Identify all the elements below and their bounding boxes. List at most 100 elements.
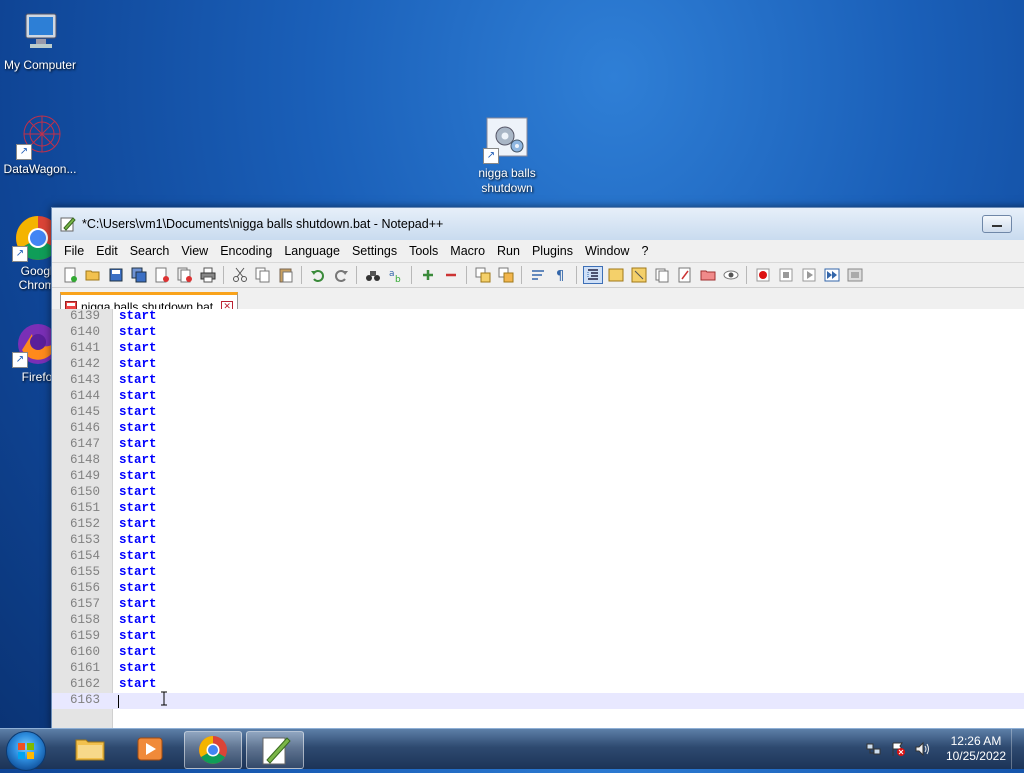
action-center-flag-icon[interactable] [890,741,906,757]
desktop-icon-label: nigga balls shutdown [478,166,536,195]
taskbar-media-player-button[interactable] [122,731,178,767]
editor-line[interactable]: 6145 start [52,405,1024,421]
menu-search[interactable]: Search [124,244,176,258]
folder-workspace-button[interactable] [698,266,718,284]
clock[interactable]: 12:26 AM 10/25/2022 [946,734,1006,764]
close-file-button[interactable] [152,266,172,284]
title-bar[interactable]: *C:\Users\vm1\Documents\nigga balls shut… [52,208,1024,240]
sync-vertical-button[interactable] [473,266,493,284]
save-button[interactable] [106,266,126,284]
zoom-in-button[interactable] [418,266,438,284]
menu-encoding[interactable]: Encoding [214,244,278,258]
menu-help[interactable]: ? [635,244,654,258]
macro-save-button[interactable] [845,266,865,284]
menu-run[interactable]: Run [491,244,526,258]
save-all-button[interactable] [129,266,149,284]
editor-line[interactable]: 6140 start [52,325,1024,341]
editor-line[interactable]: 6155 start [52,565,1024,581]
editor-line[interactable]: 6152 start [52,517,1024,533]
start-button[interactable] [6,731,46,771]
menu-file[interactable]: File [58,244,90,258]
editor-line[interactable]: 6162 start [52,677,1024,693]
desktop-icon-firefox[interactable]: ↗ Firefox [0,320,52,384]
monitoring-button[interactable] [721,266,741,284]
macro-run-multiple-button[interactable] [822,266,842,284]
shortcut-arrow-icon: ↗ [16,144,32,160]
menu-edit[interactable]: Edit [90,244,124,258]
editor-line[interactable]: 6141 start [52,341,1024,357]
minimize-button[interactable] [982,215,1012,233]
macro-record-button[interactable] [753,266,773,284]
line-number: 6157 [69,597,100,611]
line-text: start [119,405,157,419]
menu-tools[interactable]: Tools [403,244,444,258]
function-list-button[interactable] [675,266,695,284]
menu-settings[interactable]: Settings [346,244,403,258]
doc-list-button[interactable] [652,266,672,284]
editor-line[interactable]: 6143 start [52,373,1024,389]
editor-line[interactable]: 6157 start [52,597,1024,613]
copy-icon [255,267,269,283]
network-icon[interactable] [866,741,882,757]
editor-line[interactable]: 6147 start [52,437,1024,453]
chrome-icon [199,736,227,764]
open-file-button[interactable] [83,266,103,284]
menu-macro[interactable]: Macro [444,244,491,258]
menu-language[interactable]: Language [278,244,346,258]
menu-plugins[interactable]: Plugins [526,244,579,258]
find-button[interactable] [363,266,383,284]
redo-button[interactable] [331,266,351,284]
menu-window[interactable]: Window [579,244,635,258]
undo-button[interactable] [308,266,328,284]
paste-button[interactable] [276,266,296,284]
editor-line[interactable]: 6142 start [52,357,1024,373]
zoom-out-button[interactable] [441,266,461,284]
editor-line[interactable]: 6146 start [52,421,1024,437]
cut-button[interactable] [230,266,250,284]
editor-line[interactable]: 6163 [52,693,1024,709]
editor-line[interactable]: 6148 start [52,453,1024,469]
editor-line[interactable]: 6161 start [52,661,1024,677]
desktop-icon-my-computer[interactable]: My Computer [0,8,80,72]
sync-horizontal-button[interactable] [496,266,516,284]
menu-view[interactable]: View [175,244,214,258]
show-desktop-button[interactable] [1011,729,1024,769]
editor-line[interactable]: 6144 start [52,389,1024,405]
macro-play-button[interactable] [799,266,819,284]
close-all-button[interactable] [175,266,195,284]
taskbar-chrome-button[interactable] [184,731,242,769]
editor-line[interactable]: 6149 start [52,469,1024,485]
taskbar-notepadpp-button[interactable] [246,731,304,769]
folder-open-icon [85,270,99,281]
taskbar-explorer-button[interactable] [62,731,118,767]
editor-line[interactable]: 6139 start [52,309,1024,325]
copy-button[interactable] [253,266,273,284]
editor-line[interactable]: 6151 start [52,501,1024,517]
editor-line[interactable]: 6153 start [52,533,1024,549]
replace-button[interactable]: ab [386,266,406,284]
binoculars-icon [365,271,380,281]
desktop-icon-datawagon[interactable]: ↗ DataWagon... [0,112,80,176]
desktop-icon-google-chrome[interactable]: ↗ Google Chrome [0,214,52,292]
show-all-chars-button[interactable]: ¶ [551,266,571,284]
doc-map-button[interactable] [629,266,649,284]
word-wrap-button[interactable] [528,266,548,284]
batch-file-gear-icon: ↗ [483,116,531,164]
print-button[interactable] [198,266,218,284]
editor-line[interactable]: 6154 start [52,549,1024,565]
editor-line[interactable]: 6160 start [52,645,1024,661]
editor-line[interactable]: 6158 start [52,613,1024,629]
macro-stop-button[interactable] [776,266,796,284]
editor-line[interactable]: 6156 start [52,581,1024,597]
editor-line[interactable]: 6159 start [52,629,1024,645]
notepadpp-window[interactable]: *C:\Users\vm1\Documents\nigga balls shut… [51,207,1024,732]
user-language-icon [608,268,623,282]
editor-line[interactable]: 6150 start [52,485,1024,501]
line-number: 6142 [69,357,100,371]
user-language-button[interactable] [606,266,626,284]
editor-area[interactable]: 6139 start 6140 start 6141 start 6142 start 6143… [52,309,1024,729]
volume-icon[interactable] [914,741,930,757]
desktop-icon-batch-file[interactable]: ↗ nigga balls shutdown [466,116,548,196]
indent-guide-button[interactable] [582,266,603,284]
new-file-button[interactable] [60,266,80,284]
